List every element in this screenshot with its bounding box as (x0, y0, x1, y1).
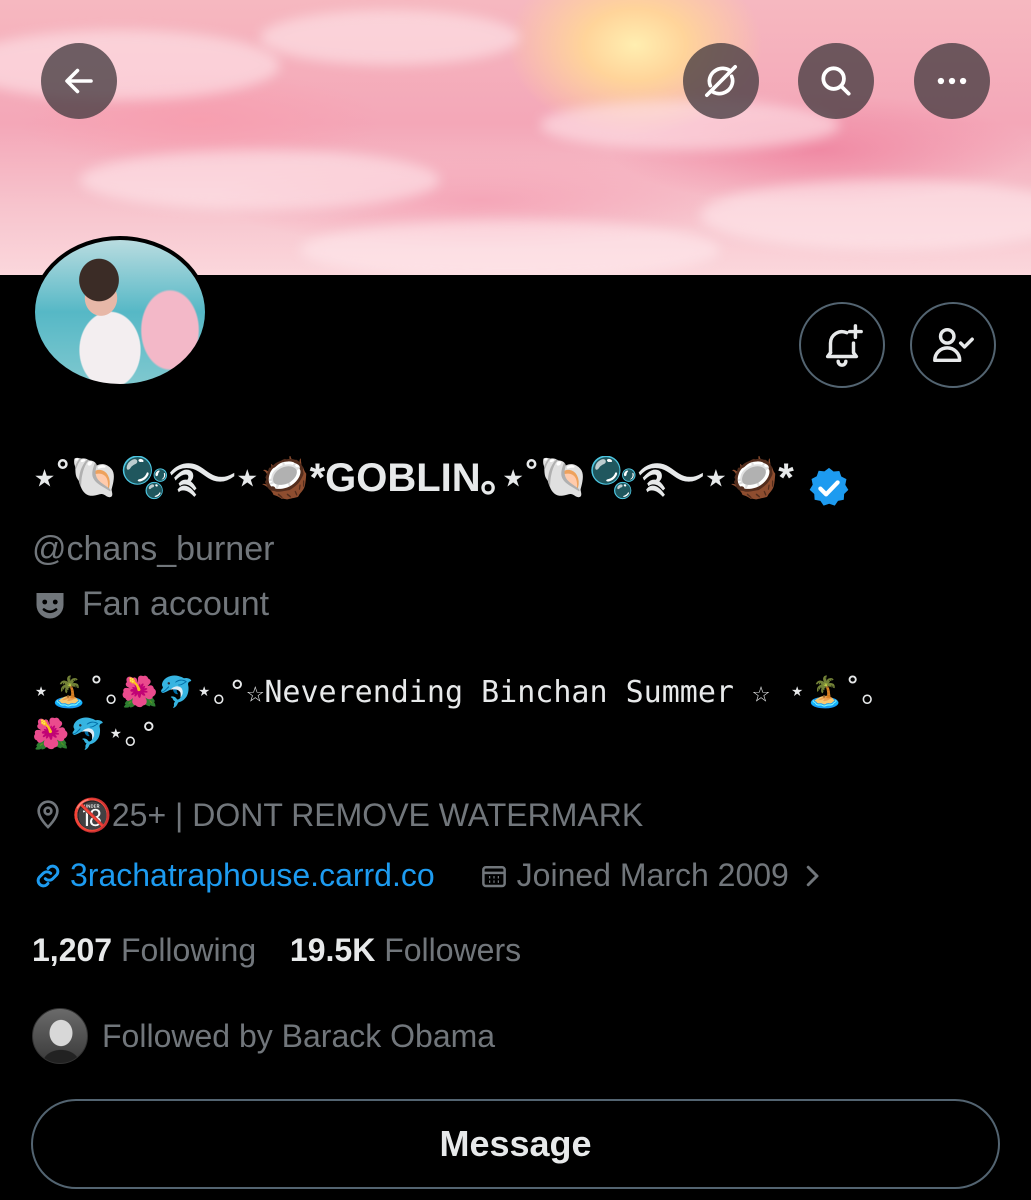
notifications-button[interactable] (799, 302, 885, 388)
verified-badge-icon (809, 467, 849, 506)
joined-date[interactable]: Joined March 2009 (517, 857, 789, 894)
search-button[interactable] (798, 43, 874, 119)
following-link[interactable]: 1,207 Following (32, 932, 256, 968)
link-icon (36, 864, 60, 887)
profile-banner[interactable] (0, 0, 1031, 275)
display-name: ⋆˚🐚🫧࿐⋆🥥*GOBLIN｡⋆˚🐚🫧࿐⋆🥥* (32, 456, 992, 520)
bio: ⋆🏝️˚｡🌺🐬⋆｡°☆Neverending Binchan Summer ☆ … (32, 672, 997, 756)
website-joined-row: 3rachatraphouse.carrd.co Joined March 20… (32, 857, 827, 894)
followed-by-text: Followed by Barack Obama (102, 1017, 496, 1054)
followed-by[interactable]: Followed by Barack Obama (32, 1008, 495, 1064)
location-pin-icon (37, 800, 59, 829)
bio-line: 🌺🐬⋆｡° (32, 717, 158, 752)
location: 🔞25+ | DONT REMOVE WATERMARK (32, 796, 643, 834)
followers-count: 19.5K (289, 932, 376, 968)
display-name-text: ⋆˚🐚🫧࿐⋆🥥*GOBLIN｡⋆˚🐚🫧࿐⋆🥥* (32, 456, 794, 500)
calendar-icon (481, 865, 506, 887)
search-icon (821, 66, 851, 96)
follow-stats: 1,207 Following 19.5K Followers (32, 932, 521, 969)
more-dots-icon (937, 77, 967, 85)
more-button[interactable] (914, 43, 990, 119)
category-text: Fan account (82, 585, 270, 623)
message-label: Message (439, 1123, 592, 1164)
handle: @chans_burner (32, 530, 275, 568)
grok-icon (705, 65, 737, 97)
mask-icon (36, 592, 64, 618)
following-count: 1,207 (32, 932, 113, 968)
bio-line: ⋆🏝️˚｡🌺🐬⋆｡°☆Neverending Binchan Summer ☆ … (32, 675, 877, 710)
website-link[interactable]: 3rachatraphouse.carrd.co (70, 857, 435, 894)
message-button[interactable]: Message (31, 1099, 1000, 1189)
grok-button[interactable] (683, 43, 759, 119)
back-button[interactable] (41, 43, 117, 119)
bell-plus-icon (825, 324, 863, 367)
following-button[interactable] (910, 302, 996, 388)
following-label: Following (120, 932, 257, 968)
location-text: 🔞25+ | DONT REMOVE WATERMARK (72, 797, 644, 833)
person-check-icon (933, 327, 974, 363)
followers-link[interactable]: 19.5K Followers (290, 932, 521, 968)
category-label: Fan account (32, 585, 269, 624)
follower-avatar (32, 1008, 88, 1064)
arrow-left-icon (65, 68, 93, 94)
chevron-right-icon[interactable] (797, 861, 827, 891)
followers-label: Followers (384, 932, 522, 968)
avatar[interactable] (31, 236, 209, 388)
